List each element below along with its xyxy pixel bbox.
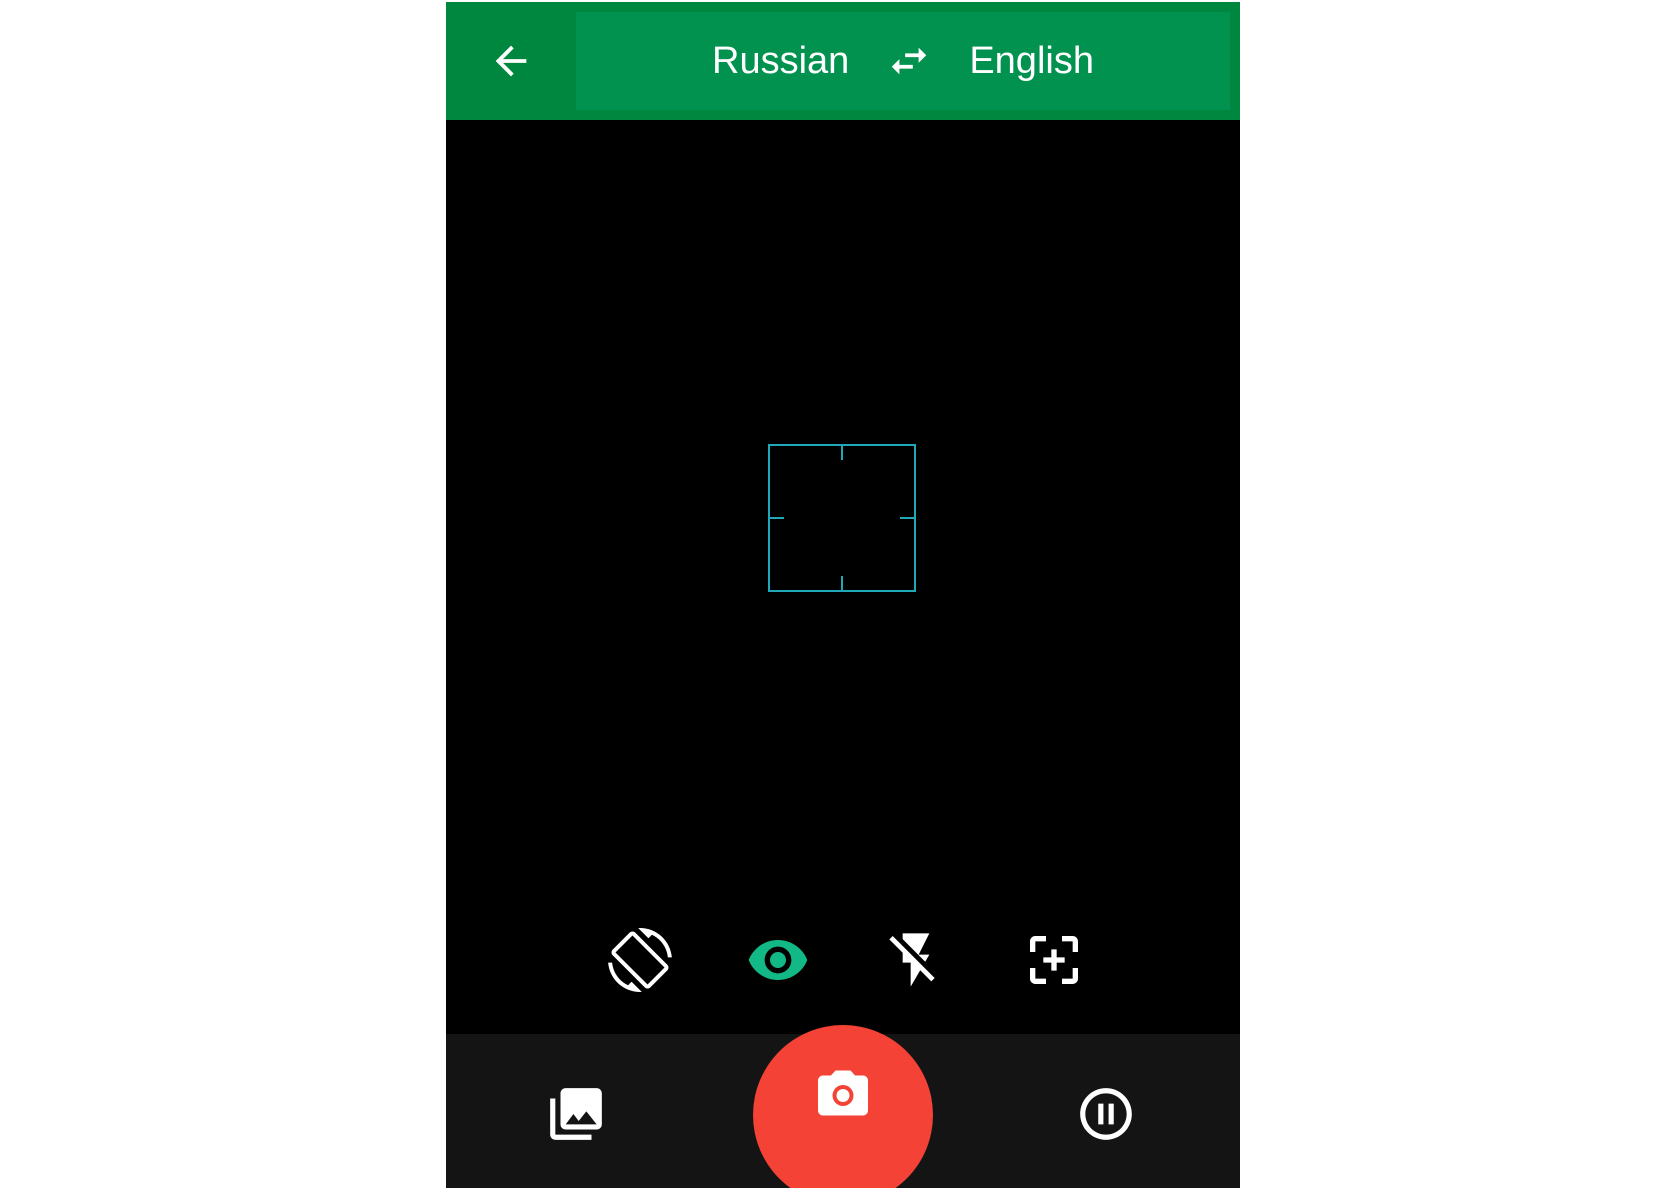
- rotate-screen-button[interactable]: [596, 916, 684, 1004]
- focus-select-button[interactable]: [1010, 916, 1098, 1004]
- pause-button[interactable]: [1062, 1070, 1150, 1158]
- camera-viewfinder[interactable]: [446, 120, 1240, 1034]
- flash-toggle-button[interactable]: [872, 916, 960, 1004]
- source-language-button[interactable]: Russian: [712, 42, 849, 80]
- swap-languages-button[interactable]: [849, 31, 969, 91]
- screen-canvas: Russian English: [0, 0, 1680, 1188]
- preview-toggle-button[interactable]: [734, 916, 822, 1004]
- flash-off-icon: [889, 933, 935, 987]
- photo-library-icon: [550, 1088, 602, 1140]
- target-language-button[interactable]: English: [969, 42, 1094, 80]
- arrow-back-icon: [495, 45, 527, 77]
- center-focus-icon: [1030, 936, 1078, 984]
- eye-icon: [748, 940, 808, 980]
- back-button[interactable]: [446, 2, 576, 120]
- focus-reticle-icon: [768, 444, 916, 592]
- app-toolbar: Russian English: [446, 2, 1240, 120]
- screen-rotation-icon: [608, 928, 672, 992]
- camera-translate-screen: Russian English: [446, 2, 1240, 1188]
- camera-tools: [446, 916, 1240, 1004]
- gallery-button[interactable]: [532, 1070, 620, 1158]
- swap-horizontal-icon: [892, 47, 927, 75]
- camera-icon: [818, 1070, 868, 1116]
- pause-circle-icon: [1080, 1088, 1132, 1140]
- language-selector: Russian English: [576, 12, 1230, 110]
